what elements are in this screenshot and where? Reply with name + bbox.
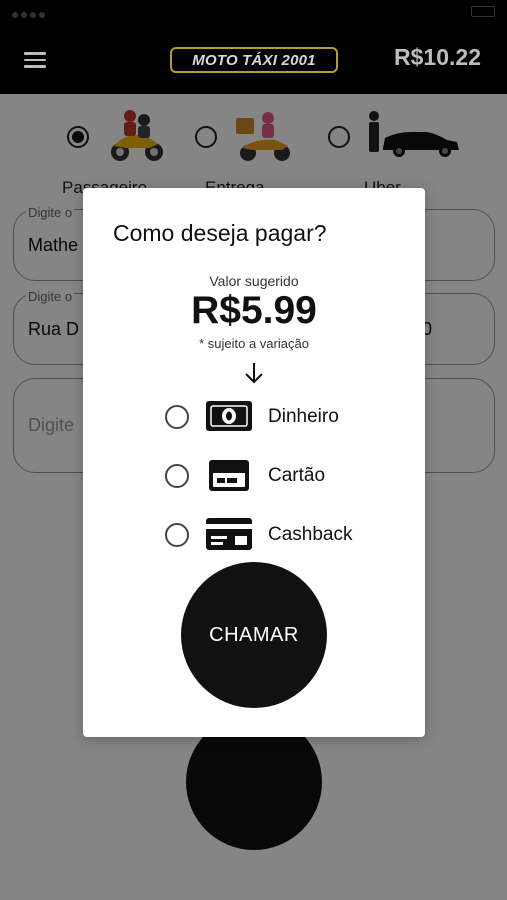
status-bar (0, 0, 507, 26)
call-button[interactable]: CHAMAR (181, 562, 327, 708)
logo-text: MOTO TÁXI 2001 (192, 51, 316, 69)
battery-icon (471, 6, 495, 17)
payment-option-cashback[interactable]: Cashback (165, 515, 385, 555)
call-button-label: CHAMAR (209, 623, 299, 646)
payment-radio-cash[interactable] (165, 405, 189, 429)
app-logo: MOTO TÁXI 2001 (170, 47, 338, 73)
payment-label-cashback: Cashback (268, 524, 353, 545)
payment-label-cash: Dinheiro (268, 406, 339, 427)
payment-option-cash[interactable]: Dinheiro (165, 397, 385, 437)
menu-icon[interactable] (24, 52, 46, 68)
signal-icon (12, 5, 72, 18)
payment-radio-card[interactable] (165, 464, 189, 488)
credit-card-icon (209, 460, 249, 491)
payment-label-card: Cartão (268, 465, 326, 486)
payment-option-card[interactable]: Cartão (165, 456, 385, 496)
suggested-price-label: Valor sugerido (209, 273, 299, 289)
wallet-balance[interactable]: R$10.22 (394, 44, 481, 71)
payment-radio-cashback[interactable] (165, 523, 189, 547)
app-header: MOTO TÁXI 2001 R$10.22 (0, 26, 507, 94)
modal-title: Como deseja pagar? (113, 220, 327, 246)
price-variation-note: * sujeito a variação (199, 336, 309, 351)
payment-modal: Como deseja pagar? Valor sugerido R$5.99… (83, 188, 425, 737)
arrow-down-icon (245, 363, 263, 384)
cashback-card-icon (206, 518, 252, 550)
cash-icon (206, 401, 252, 431)
suggested-price: R$5.99 (191, 289, 317, 332)
